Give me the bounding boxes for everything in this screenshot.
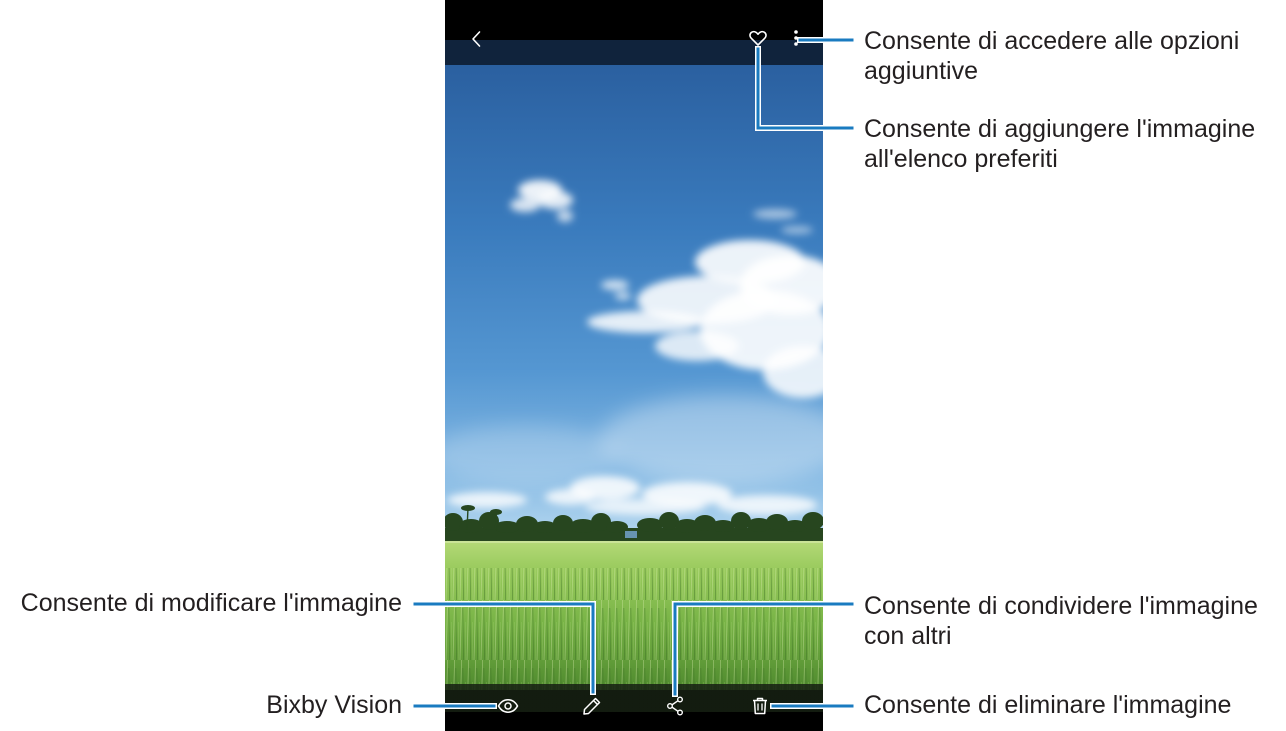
trash-icon — [753, 697, 767, 715]
callout-delete-line-1: Consente di eliminare l'immagine — [864, 691, 1232, 719]
callout-more-options-line-2: aggiuntive — [864, 57, 978, 85]
photo-view[interactable] — [445, 0, 823, 731]
callout-favorites: Consente di aggiungere l'immagine all'el… — [864, 114, 1255, 174]
callout-edit-line-1: Consente di modificare l'immagine — [20, 589, 402, 617]
callout-share-line-1: Consente di condividere l'immagine — [864, 592, 1258, 620]
callout-edit: Consente di modificare l'immagine — [21, 588, 402, 618]
callout-more-options: Consente di accedere alle opzioni aggiun… — [864, 26, 1239, 86]
chevron-left-icon — [472, 31, 481, 47]
callout-bixby-vision: Bixby Vision — [266, 690, 402, 720]
callout-bixby-vision-line-1: Bixby Vision — [266, 691, 402, 719]
more-vertical-icon — [794, 30, 798, 46]
callout-favorites-line-1: Consente di aggiungere l'immagine — [864, 115, 1256, 143]
favorite-button[interactable] — [746, 26, 770, 50]
callout-share-line-2: con altri — [864, 622, 952, 650]
callout-more-options-line-1: Consente di accedere alle opzioni — [864, 27, 1240, 55]
back-button[interactable] — [465, 27, 489, 51]
delete-button[interactable] — [748, 694, 772, 718]
edit-button[interactable] — [580, 694, 604, 718]
callout-favorites-line-2: all'elenco preferiti — [864, 145, 1058, 173]
bottom-toolbar — [445, 684, 823, 731]
share-icon — [666, 696, 683, 716]
pencil-icon — [583, 697, 601, 715]
heart-outline-icon — [749, 30, 767, 46]
eye-icon — [497, 699, 519, 713]
share-button[interactable] — [663, 694, 687, 718]
gallery-image-viewer — [445, 0, 823, 731]
callout-share: Consente di condividere l'immagine con a… — [864, 591, 1258, 651]
more-options-button[interactable] — [784, 26, 808, 50]
callout-delete: Consente di eliminare l'immagine — [864, 690, 1231, 720]
bixby-vision-button[interactable] — [496, 694, 520, 718]
top-toolbar — [445, 0, 823, 65]
